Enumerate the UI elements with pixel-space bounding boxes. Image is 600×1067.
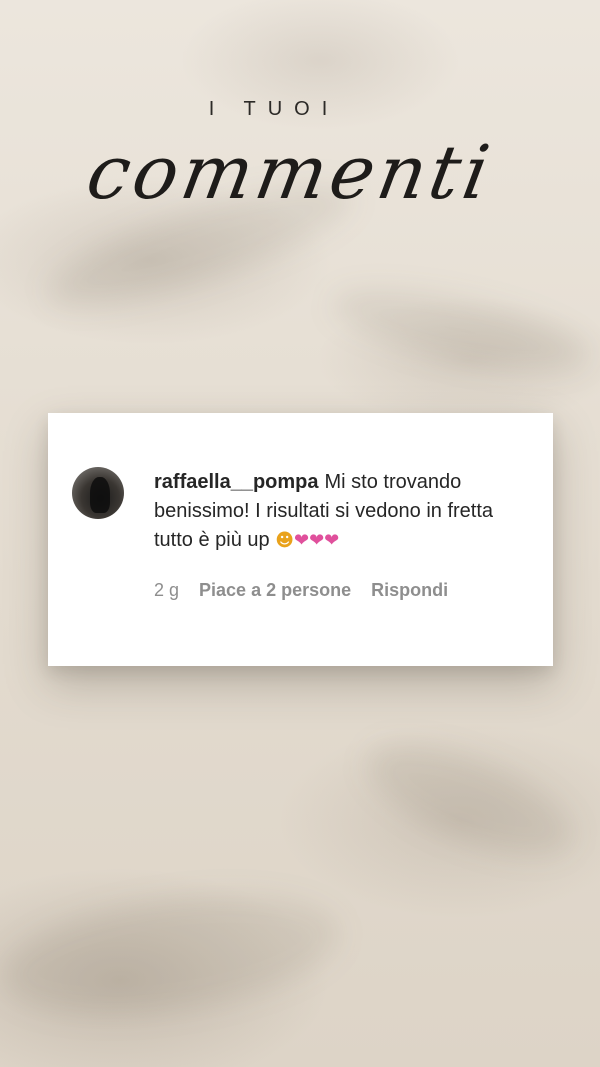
comment-time: 2 g — [154, 580, 180, 600]
heart-eyes-emoji-icon: ☻ — [275, 530, 294, 551]
header-title: commenti — [80, 130, 500, 216]
avatar[interactable] — [72, 467, 124, 519]
likes-link[interactable]: Piace a 2 persone — [199, 580, 351, 601]
two-hearts-emoji-icon: ❤ — [293, 530, 310, 551]
comment-body: raffaella__pompa Mi sto trovando benissim… — [154, 468, 534, 555]
header-eyebrow: I TUOI — [208, 98, 340, 120]
comment-card: raffaella__pompa Mi sto trovando benissim… — [48, 413, 553, 666]
comment-username[interactable]: raffaella__pompa — [154, 471, 319, 493]
two-hearts-emoji-icon: ❤ — [324, 530, 340, 551]
comment-meta: 2 g Piace a 2 persone Rispondi — [154, 580, 448, 601]
reply-button[interactable]: Rispondi — [371, 580, 448, 601]
two-hearts-emoji-icon: ❤ — [309, 530, 325, 551]
